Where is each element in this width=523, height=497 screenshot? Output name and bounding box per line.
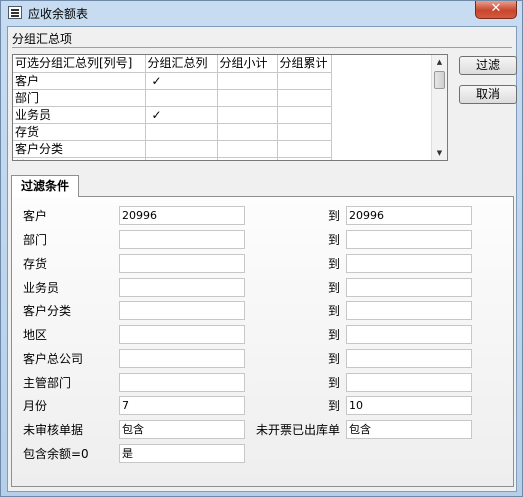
row-name: 地区 xyxy=(13,157,146,160)
grid-row[interactable]: 客户分类 xyxy=(13,140,332,158)
summary-check-cell[interactable] xyxy=(145,123,218,141)
summary-check-cell[interactable] xyxy=(145,89,218,107)
subtotal-cell[interactable] xyxy=(217,123,278,141)
to-label: 到 xyxy=(328,352,341,366)
to-label: 到 xyxy=(328,304,341,318)
uninvoiced-shipments-label: 未开票已出库单 xyxy=(256,423,341,437)
divider xyxy=(12,47,512,48)
customer-category-from-input[interactable] xyxy=(119,301,245,320)
tab-filter-conditions[interactable]: 过滤条件 xyxy=(11,175,79,197)
to-label: 到 xyxy=(328,233,341,247)
col-header-cumulative[interactable]: 分组累计 xyxy=(277,55,332,73)
uninvoiced-shipments-select[interactable]: 包含 xyxy=(346,420,472,439)
group-summary-grid[interactable]: 可选分组汇总列[列号] 分组汇总列 分组小计 分组累计 客户 ✓ 部门 业务员 … xyxy=(12,54,448,161)
cumulative-cell[interactable] xyxy=(277,72,332,90)
filter-button[interactable]: 过滤 xyxy=(459,56,517,75)
grid-scrollbar[interactable]: ▲ ▼ xyxy=(431,55,447,160)
col-header-summary[interactable]: 分组汇总列 xyxy=(145,55,218,73)
cumulative-cell[interactable] xyxy=(277,157,332,160)
scroll-down-icon[interactable]: ▼ xyxy=(432,146,447,160)
subtotal-cell[interactable] xyxy=(217,72,278,90)
inventory-to-input[interactable] xyxy=(346,254,472,273)
customer-category-to-input[interactable] xyxy=(346,301,472,320)
cancel-button[interactable]: 取消 xyxy=(459,85,517,104)
row-name: 客户 xyxy=(13,72,146,90)
filter-label-region: 地区 xyxy=(23,328,48,342)
summary-check-cell[interactable]: ✓ xyxy=(145,106,218,124)
filter-label-salesperson: 业务员 xyxy=(23,281,60,295)
filter-label-supervising-dept: 主管部门 xyxy=(23,376,72,390)
to-label: 到 xyxy=(328,399,341,413)
zero-balance-label: 包含余额=0 xyxy=(23,447,89,461)
supervising-dept-to-input[interactable] xyxy=(346,373,472,392)
subtotal-cell[interactable] xyxy=(217,106,278,124)
grid-row[interactable]: 地区 xyxy=(13,157,332,160)
group-summary-label: 分组汇总项 xyxy=(12,32,73,46)
department-from-input[interactable] xyxy=(119,230,245,249)
unreviewed-docs-label: 未审核单据 xyxy=(23,423,84,437)
grid-row[interactable]: 业务员 ✓ xyxy=(13,106,332,124)
summary-check-cell[interactable] xyxy=(145,157,218,160)
scroll-thumb[interactable] xyxy=(434,71,445,89)
subtotal-cell[interactable] xyxy=(217,89,278,107)
row-name: 业务员 xyxy=(13,106,146,124)
cumulative-cell[interactable] xyxy=(277,123,332,141)
grid-row[interactable]: 存货 xyxy=(13,123,332,141)
filter-label-department: 部门 xyxy=(23,233,48,247)
to-label: 到 xyxy=(328,281,341,295)
salesperson-from-input[interactable] xyxy=(119,278,245,297)
to-label: 到 xyxy=(328,328,341,342)
to-label: 到 xyxy=(328,209,341,223)
app-icon xyxy=(8,6,22,19)
filter-label-month: 月份 xyxy=(23,399,48,413)
window-title: 应收余额表 xyxy=(28,7,89,21)
month-from-input[interactable]: 7 xyxy=(119,396,245,415)
inventory-from-input[interactable] xyxy=(119,254,245,273)
row-name: 存货 xyxy=(13,123,146,141)
title-bar: 应收余额表 ✕ xyxy=(1,1,522,25)
grid-row[interactable]: 客户 ✓ xyxy=(13,72,332,90)
dialog-body: 分组汇总项 可选分组汇总列[列号] 分组汇总列 分组小计 分组累计 客户 ✓ 部… xyxy=(7,26,517,492)
close-button[interactable]: ✕ xyxy=(475,1,517,19)
customer-to-input[interactable]: 20996 xyxy=(346,206,472,225)
subtotal-cell[interactable] xyxy=(217,140,278,158)
cumulative-cell[interactable] xyxy=(277,89,332,107)
month-to-input[interactable]: 10 xyxy=(346,396,472,415)
to-label: 到 xyxy=(328,376,341,390)
department-to-input[interactable] xyxy=(346,230,472,249)
filter-conditions-panel: 客户 20996 到 20996 部门 到 存货 到 业务员 到 客户分类 到 xyxy=(11,196,514,487)
scroll-up-icon[interactable]: ▲ xyxy=(432,55,447,69)
col-header-available[interactable]: 可选分组汇总列[列号] xyxy=(13,55,146,73)
region-to-input[interactable] xyxy=(346,325,472,344)
summary-check-cell[interactable] xyxy=(145,140,218,158)
cumulative-cell[interactable] xyxy=(277,106,332,124)
row-name: 部门 xyxy=(13,89,146,107)
filter-label-head-company: 客户总公司 xyxy=(23,352,84,366)
filter-label-inventory: 存货 xyxy=(23,257,48,271)
supervising-dept-from-input[interactable] xyxy=(119,373,245,392)
app-window: 应收余额表 ✕ 分组汇总项 可选分组汇总列[列号] 分组汇总列 分组小计 分组累… xyxy=(0,0,523,497)
grid-row[interactable]: 部门 xyxy=(13,89,332,107)
head-company-to-input[interactable] xyxy=(346,349,472,368)
to-label: 到 xyxy=(328,257,341,271)
filter-label-customer: 客户 xyxy=(23,209,48,223)
subtotal-cell[interactable] xyxy=(217,157,278,160)
summary-check-cell[interactable]: ✓ xyxy=(145,72,218,90)
grid-header-row: 可选分组汇总列[列号] 分组汇总列 分组小计 分组累计 xyxy=(13,55,332,73)
cumulative-cell[interactable] xyxy=(277,140,332,158)
filter-label-customer-category: 客户分类 xyxy=(23,304,72,318)
row-name: 客户分类 xyxy=(13,140,146,158)
col-header-subtotal[interactable]: 分组小计 xyxy=(217,55,278,73)
customer-from-input[interactable]: 20996 xyxy=(119,206,245,225)
unreviewed-docs-select[interactable]: 包含 xyxy=(119,420,245,439)
region-from-input[interactable] xyxy=(119,325,245,344)
salesperson-to-input[interactable] xyxy=(346,278,472,297)
head-company-from-input[interactable] xyxy=(119,349,245,368)
zero-balance-select[interactable]: 是 xyxy=(119,444,245,463)
